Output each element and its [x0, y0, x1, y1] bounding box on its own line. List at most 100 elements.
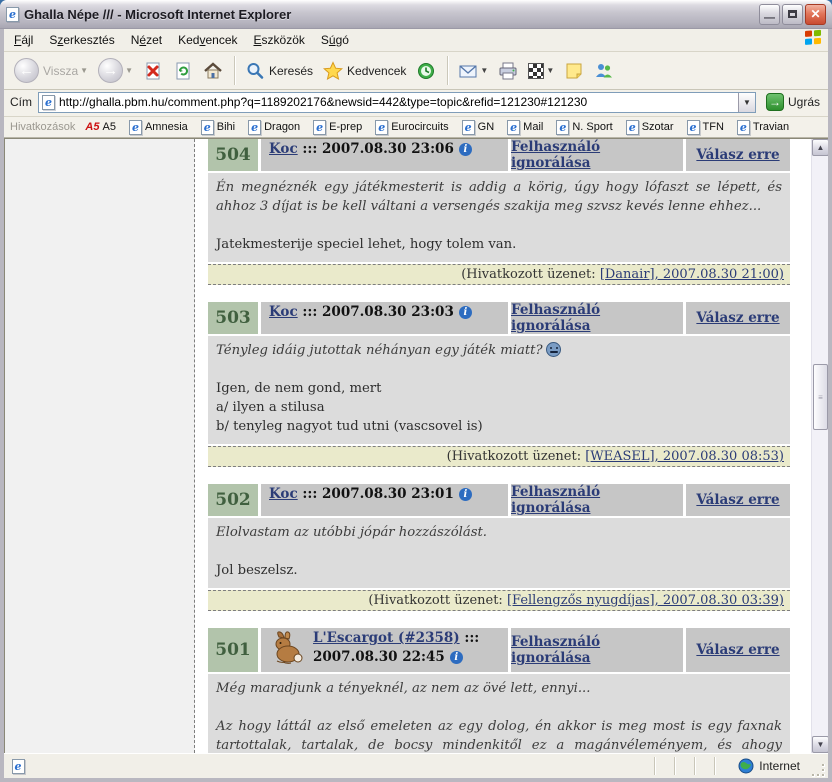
post-number: 501: [208, 628, 258, 672]
post-header: 501L'Escargot (#2358) :::2007.08.30 22:4…: [208, 628, 790, 672]
info-icon[interactable]: i: [450, 651, 463, 664]
search-button[interactable]: Keresés: [241, 59, 317, 83]
author-link[interactable]: Koc: [269, 304, 298, 320]
link-eurocircuits[interactable]: eEurocircuits: [375, 120, 448, 135]
link-label: Travian: [753, 121, 789, 133]
quoted-message-link[interactable]: [Fellengzős nyugdíjas], 2007.08.30 03:39…: [507, 593, 784, 608]
address-label: Cím: [10, 95, 32, 109]
menu-item-kedvencek[interactable]: Kedvencek: [170, 30, 245, 50]
scroll-up-button[interactable]: ▲: [812, 139, 828, 156]
post-paragraph: Jatekmesterije speciel lehet, hogy tolem…: [216, 235, 782, 254]
scroll-down-button[interactable]: ▼: [812, 736, 828, 753]
address-bar: Cím e http://ghalla.pbm.hu/comment.php?q…: [4, 90, 828, 117]
link-travian[interactable]: eTravian: [737, 120, 789, 135]
forward-dropdown-icon: ▼: [125, 66, 133, 75]
vertical-scrollbar[interactable]: ▲ ≡ ▼: [811, 139, 828, 753]
info-icon[interactable]: i: [459, 306, 472, 319]
internet-globe-icon: [738, 758, 754, 774]
reply-link[interactable]: Válasz erre: [696, 642, 779, 658]
print-button[interactable]: [494, 59, 522, 83]
maximize-button[interactable]: [782, 4, 803, 25]
menu-item-fájl[interactable]: Fájl: [6, 30, 41, 50]
link-a5[interactable]: A5A5: [85, 120, 116, 135]
link-label: A5: [102, 121, 115, 133]
home-button[interactable]: [199, 59, 227, 83]
link-dragon[interactable]: eDragon: [248, 120, 300, 135]
link-n-sport[interactable]: eN. Sport: [556, 120, 612, 135]
post-body: Még maradjunk a tényeknél, az nem az övé…: [208, 674, 790, 753]
link-page-icon: e: [507, 120, 520, 135]
link-mail[interactable]: eMail: [507, 120, 543, 135]
address-input[interactable]: e http://ghalla.pbm.hu/comment.php?q=118…: [38, 92, 756, 113]
title-bar: e Ghalla Népe /// - Microsoft Internet E…: [0, 0, 832, 29]
quoted-message-link[interactable]: [WEASEL], 2007.08.30 08:53): [585, 449, 784, 464]
ignore-user-link[interactable]: Felhasználó ignorálása: [511, 634, 683, 666]
author-link[interactable]: L'Escargot (#2358): [313, 630, 460, 646]
menu-item-nézet[interactable]: Nézet: [123, 30, 170, 50]
go-arrow-icon: →: [766, 93, 784, 111]
reply-link[interactable]: Válasz erre: [696, 310, 779, 326]
edit-dropdown-icon: ▼: [546, 66, 554, 75]
favorites-button[interactable]: Kedvencek: [319, 59, 410, 83]
author-link[interactable]: Koc: [269, 486, 298, 502]
post-number: 504: [208, 139, 258, 171]
ignore-user-link[interactable]: Felhasználó ignorálása: [511, 484, 683, 516]
menu-item-szerkesztés[interactable]: Szerkesztés: [41, 30, 122, 50]
quoted-message-link[interactable]: [Danair], 2007.08.30 21:00): [600, 267, 784, 282]
post-author-cell: L'Escargot (#2358) :::2007.08.30 22:45i: [261, 628, 508, 672]
address-dropdown-button[interactable]: ▼: [738, 93, 755, 112]
info-icon[interactable]: i: [459, 488, 472, 501]
discuss-button[interactable]: [560, 59, 588, 83]
ignore-cell: Felhasználó ignorálása: [511, 628, 683, 672]
back-button[interactable]: ← Vissza ▼: [10, 56, 92, 85]
link-bihi[interactable]: eBihi: [201, 120, 235, 135]
mail-button[interactable]: ▼: [454, 59, 492, 83]
toolbar-separator: [447, 56, 449, 85]
post-author-cell: Koc ::: 2007.08.30 23:06i: [261, 139, 508, 171]
post-502: 502Koc ::: 2007.08.30 23:01iFelhasználó …: [208, 484, 790, 611]
resize-grip[interactable]: [812, 764, 826, 778]
post-paragraph: Az hogy láttál az első emeleten az egy d…: [216, 717, 782, 753]
menu-item-súgó[interactable]: Súgó: [313, 30, 357, 50]
post-date: 2007.08.30 23:03: [322, 304, 454, 320]
go-label: Ugrás: [788, 95, 820, 109]
link-tfn[interactable]: eTFN: [687, 120, 724, 135]
ignore-user-link[interactable]: Felhasználó ignorálása: [511, 302, 683, 334]
home-icon: [203, 61, 223, 81]
reply-link[interactable]: Válasz erre: [696, 492, 779, 508]
reply-link[interactable]: Válasz erre: [696, 147, 779, 163]
minimize-button[interactable]: —: [759, 4, 780, 25]
post-header: 502Koc ::: 2007.08.30 23:01iFelhasználó …: [208, 484, 790, 516]
address-url[interactable]: http://ghalla.pbm.hu/comment.php?q=11892…: [59, 95, 738, 109]
minimize-icon: —: [764, 12, 775, 24]
edit-button[interactable]: ▼: [524, 61, 558, 81]
post-paragraph: Elolvastam az utóbbi jópár hozzászólást.: [216, 523, 782, 542]
stop-button[interactable]: [139, 59, 167, 83]
scrollbar-thumb[interactable]: ≡: [813, 364, 828, 430]
author-link[interactable]: Koc: [269, 141, 298, 157]
date-line: 2007.08.30 22:45i: [313, 649, 500, 665]
refresh-button[interactable]: [169, 59, 197, 83]
menu-item-eszközök[interactable]: Eszközök: [246, 30, 313, 50]
link-amnesia[interactable]: eAmnesia: [129, 120, 188, 135]
history-button[interactable]: [412, 59, 440, 83]
go-button[interactable]: → Ugrás: [762, 92, 824, 112]
ie-logo-icon: e: [6, 7, 19, 22]
link-label: TFN: [703, 121, 724, 133]
close-button[interactable]: ✕: [805, 4, 826, 25]
link-label: N. Sport: [572, 121, 612, 133]
link-e-prep[interactable]: eE-prep: [313, 120, 362, 135]
link-szotar[interactable]: eSzotar: [626, 120, 674, 135]
reply-cell: Válasz erre: [686, 628, 790, 672]
link-page-icon: e: [129, 120, 142, 135]
forward-button[interactable]: → ▼: [94, 56, 137, 85]
post-503: 503Koc ::: 2007.08.30 23:03iFelhasználó …: [208, 302, 790, 467]
ignore-user-link[interactable]: Felhasználó ignorálása: [511, 139, 683, 171]
link-gn[interactable]: eGN: [462, 120, 495, 135]
status-page-icon: e: [6, 759, 30, 774]
post-footer: (Hivatkozott üzenet: [Danair], 2007.08.3…: [208, 264, 790, 285]
info-icon[interactable]: i: [459, 143, 472, 156]
messenger-button[interactable]: [590, 59, 618, 83]
status-bar: e Internet: [4, 753, 828, 778]
page-content: 504Koc ::: 2007.08.30 23:06iFelhasználó …: [4, 138, 828, 753]
